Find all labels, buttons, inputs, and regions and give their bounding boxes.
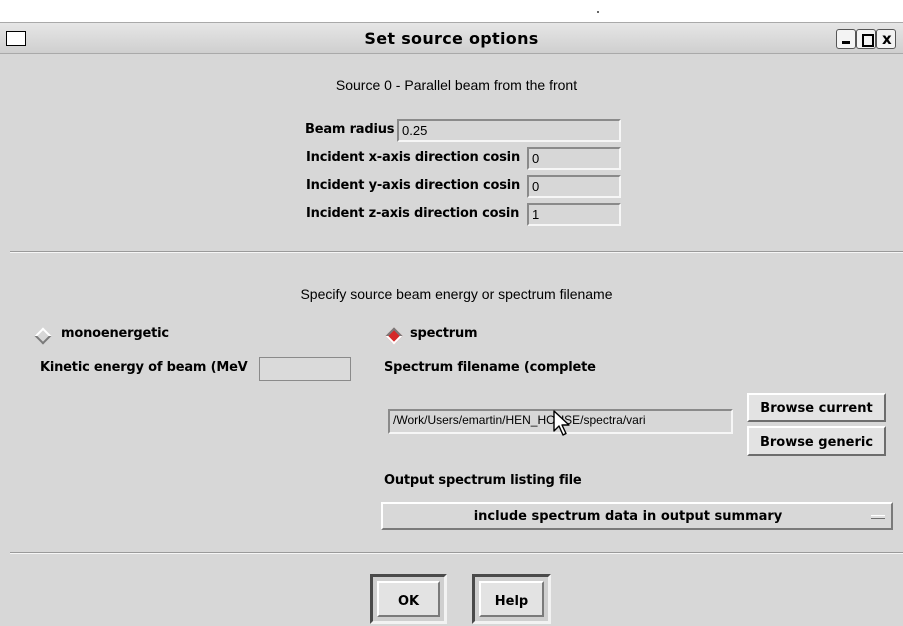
ok-button-label: OK [377,581,440,617]
ok-button[interactable]: OK [370,574,447,624]
bottom-separator [10,552,903,554]
minimize-icon[interactable] [836,29,856,49]
monoenergetic-label: monoenergetic [61,326,169,341]
kinetic-energy-label: Kinetic energy of beam (MeV [40,360,248,375]
title-bar[interactable]: Set source options x [0,22,903,54]
window-title: Set source options [364,29,539,48]
y-direction-cosine-field[interactable]: 0 [527,175,621,198]
output-spectrum-selected: include spectrum data in output summary [473,509,783,524]
output-spectrum-label: Output spectrum listing file [384,473,582,488]
spectrum-radio[interactable] [385,327,403,345]
z-direction-cosine-field[interactable]: 1 [527,203,621,226]
energy-caption: Specify source beam energy or spectrum f… [300,286,613,302]
help-button[interactable]: Help [472,574,551,624]
window-controls: x [836,29,903,49]
source-caption: Source 0 - Parallel beam from the front [335,77,578,93]
beam-radius-field[interactable]: 0.25 [397,119,621,142]
kinetic-energy-field[interactable] [259,357,351,381]
x-direction-cosine-label: Incident x-axis direction cosin [306,150,520,165]
x-direction-cosine-field[interactable]: 0 [527,147,621,170]
y-direction-cosine-label: Incident y-axis direction cosin [306,178,521,193]
help-button-label: Help [479,581,544,617]
section-separator [10,251,903,253]
monoenergetic-radio[interactable] [34,327,52,345]
set-source-options-dialog: Set source options x Source 0 - Parallel… [0,22,903,626]
maximize-icon[interactable] [856,29,876,49]
output-spectrum-menu[interactable]: include spectrum data in output summary [381,502,893,530]
option-menu-indicator-icon [871,515,885,519]
mouse-pointer-icon [553,410,570,436]
spectrum-filename-label: Spectrum filename (complete [384,360,596,375]
browse-generic-button[interactable]: Browse generic [747,426,886,456]
z-direction-cosine-label: Incident z-axis direction cosin [306,206,520,221]
desktop-strip [0,0,903,22]
browse-current-button[interactable]: Browse current [747,393,886,422]
spectrum-label: spectrum [410,326,478,341]
close-icon[interactable]: x [876,29,896,49]
beam-radius-label: Beam radius [305,122,395,137]
desktop-mark [597,11,599,13]
